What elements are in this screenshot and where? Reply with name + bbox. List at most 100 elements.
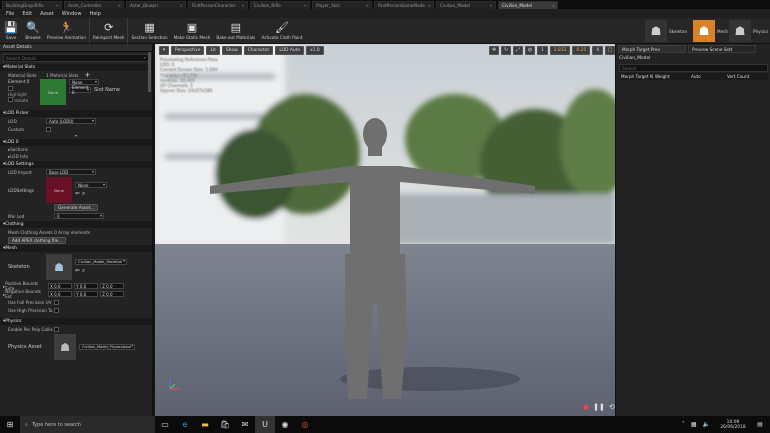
steam-icon[interactable]: ◉ [275, 416, 295, 433]
tab-4[interactable]: Civilian_Rifle × [250, 1, 310, 9]
category-lod-picker[interactable]: ▾ LOD Picker [0, 110, 152, 117]
chrome-icon[interactable]: ◎ [295, 416, 315, 433]
lit-button[interactable]: Lit [206, 45, 220, 55]
playback-speed-button[interactable]: x1.0 [306, 45, 324, 55]
neg-y-input[interactable]: Y 0.0 [74, 291, 99, 297]
edge-icon[interactable]: e [175, 416, 195, 433]
column-header[interactable]: Vert Count [727, 74, 767, 79]
pos-y-input[interactable]: Y 0.0 [74, 283, 99, 289]
category-clothing[interactable]: ▾ Clothing [0, 221, 152, 228]
lod-settings-dropdown[interactable]: None [75, 182, 107, 188]
tab-preview-scene-settings[interactable]: Preview Scene Sett [688, 45, 756, 53]
tab-0[interactable]: BuildingDrop/Rifle × [2, 1, 62, 9]
menu-edit[interactable]: Edit [22, 11, 32, 17]
scale-icon[interactable]: ⤢ [513, 45, 524, 55]
grid-snap-button[interactable]: 1 [537, 45, 548, 55]
add-apex-clothing-button[interactable]: Add APEX clothing file... [8, 236, 67, 244]
mode-physics[interactable]: ☗ Physics [729, 20, 769, 42]
category-lod-settings[interactable]: ▾ LOD Settings [0, 161, 152, 168]
skeleton-thumbnail[interactable]: ☗ [46, 254, 72, 280]
material-thumbnail[interactable]: None [40, 79, 66, 105]
mail-icon[interactable]: ✉ [235, 416, 255, 433]
skeleton-dropdown[interactable]: Civilian_Model_Skeleton [75, 259, 127, 265]
lod-import-dropdown[interactable]: Base LOD [46, 169, 96, 175]
menu-file[interactable]: File [6, 11, 14, 17]
lod-settings-thumbnail[interactable]: None [46, 177, 72, 203]
preview-animation-button[interactable]: 🏃 Preview Animation [44, 18, 89, 44]
per-poly-collision-checkbox[interactable] [54, 326, 59, 332]
column-header[interactable]: Weight [655, 74, 691, 79]
lod-auto-button[interactable]: LOD Auto [275, 45, 305, 55]
bake-materials-button[interactable]: ▤ Bake out Materials [213, 18, 258, 44]
min-lod-dropdown[interactable]: 0 [54, 213, 104, 219]
show-button[interactable]: Show [221, 45, 242, 55]
column-header[interactable]: Auto [691, 74, 727, 79]
tab-active[interactable]: Civilian_Model × [498, 1, 558, 9]
perspective-button[interactable]: Perspective [171, 45, 205, 55]
use-selected-icon[interactable]: ⇐ [75, 267, 80, 274]
task-view-icon[interactable]: ▭ [155, 416, 175, 433]
file-explorer-icon[interactable]: ▬ [195, 416, 215, 433]
preview-viewport[interactable] [155, 44, 615, 416]
pos-z-input[interactable]: Z 0.0 [100, 283, 125, 289]
store-icon[interactable]: 🛍 [215, 416, 235, 433]
tab-3[interactable]: FirstPersonCharacter × [188, 1, 248, 9]
tab-5[interactable]: Player_Skill × [312, 1, 372, 9]
pause-icon[interactable]: ❚❚ [593, 403, 605, 411]
tab-1[interactable]: Anim_Controller × [64, 1, 124, 9]
lod-info-row[interactable]: ▸ LOD Info [0, 153, 152, 160]
physics-asset-dropdown[interactable]: Civilian_Model_PhysicsAsse [79, 344, 135, 350]
volume-icon[interactable]: 🔈 [703, 421, 710, 428]
category-material-slots[interactable]: ▾ Material Slots [0, 64, 152, 71]
physics-asset-thumbnail[interactable]: ☗ [54, 334, 76, 360]
cloth-paint-button[interactable]: 🖌 Activate Cloth Paint [258, 18, 305, 44]
windows-start-icon[interactable]: ⊞ [0, 416, 20, 433]
save-button[interactable]: 💾 Save [0, 18, 22, 44]
tab-6[interactable]: FirstPersonGameMode × [374, 1, 434, 9]
mode-skeleton[interactable]: ☗ Skeleton [645, 20, 687, 42]
expand-arrow-icon[interactable]: ▾ [0, 133, 152, 138]
lod-dropdown[interactable]: Auto (LOD0) [46, 118, 96, 124]
column-header[interactable]: Morph Target N [619, 74, 655, 79]
mode-mesh[interactable]: ☗ Mesh [693, 20, 728, 42]
tab-7[interactable]: Civilian_Model × [436, 1, 496, 9]
world-icon[interactable]: ◍ [525, 45, 536, 55]
close-icon[interactable]: × [365, 3, 369, 8]
menu-asset[interactable]: Asset [40, 11, 54, 17]
add-icon[interactable]: + [85, 71, 91, 79]
reimport-mesh-button[interactable]: ⟳ Reimport Mesh [88, 18, 127, 44]
generate-asset-button[interactable]: Generate Asset... [54, 204, 99, 211]
unreal-engine-icon[interactable]: U [255, 416, 275, 433]
close-icon[interactable]: × [303, 3, 307, 8]
transform-icon[interactable]: ✥ [489, 45, 500, 55]
category-lod0[interactable]: ▾ LOD 0 [0, 139, 152, 146]
slot-name-dropdown[interactable]: Element 0 [69, 85, 91, 95]
browse-asset-icon[interactable]: ⌕ [82, 190, 85, 197]
sections-row[interactable]: ▸ Sections [0, 146, 152, 153]
close-icon[interactable]: × [241, 3, 245, 8]
isolate-checkbox[interactable] [8, 97, 13, 102]
record-icon[interactable]: ● [583, 403, 589, 411]
rotation-snap-button[interactable]: 2.812 [549, 45, 571, 55]
rotate-icon[interactable]: ↻ [501, 45, 512, 55]
category-physics[interactable]: ▾ Physics [0, 318, 152, 325]
tab-morph-target-preview[interactable]: Morph Target Prev [618, 45, 686, 53]
character-button[interactable]: Character [243, 45, 274, 55]
menu-help[interactable]: Help [89, 11, 100, 17]
close-icon[interactable]: × [179, 3, 183, 8]
morph-search-input[interactable]: Search [619, 64, 768, 72]
close-icon[interactable]: × [55, 3, 59, 8]
scale-snap-button[interactable]: 0.25 [572, 45, 591, 55]
clock[interactable]: 10:09 26/06/2018 [716, 420, 750, 430]
search-details-input[interactable]: Search Details ⌕ [3, 54, 149, 62]
pos-x-input[interactable]: X 0.0 [48, 283, 73, 289]
taskbar-search-input[interactable]: ⌕ Type here to search [20, 416, 155, 433]
maximize-icon[interactable]: ▢ [605, 45, 615, 55]
browse-button[interactable]: 🔍 Browse [22, 18, 44, 44]
high-precision-checkbox[interactable] [54, 307, 59, 313]
use-selected-icon[interactable]: ⇐ [75, 190, 80, 197]
highlight-checkbox[interactable] [8, 86, 13, 91]
close-icon[interactable]: × [551, 3, 555, 8]
tab-2[interactable]: Actor_Bluepri × [126, 1, 186, 9]
full-precision-uv-checkbox[interactable] [54, 299, 59, 305]
